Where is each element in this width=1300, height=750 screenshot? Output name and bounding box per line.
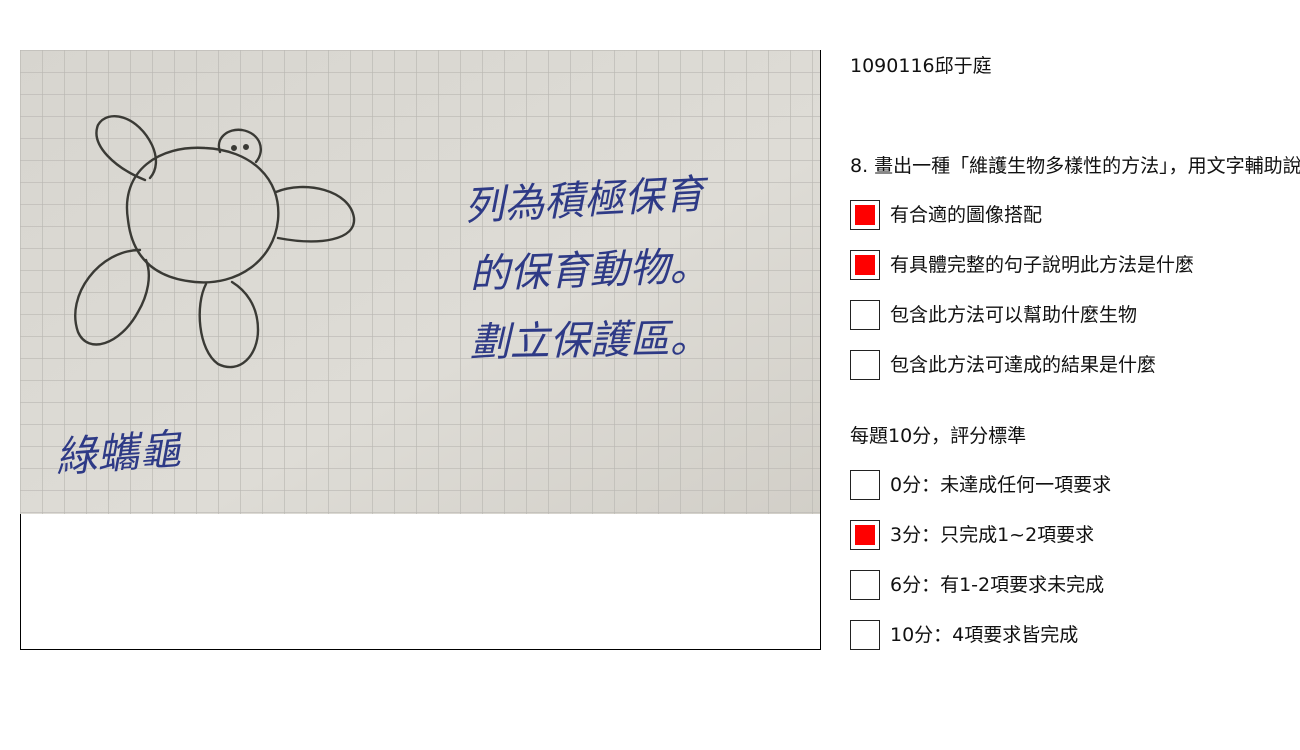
criterion-item[interactable]: 包含此方法可達成的結果是什麼 <box>850 350 1156 380</box>
student-drawing-photo: 列為積極保育 的保育動物。 劃立保護區。 綠蠵龜 <box>20 50 820 514</box>
score-option[interactable]: 3分：只完成1~2項要求 <box>850 520 1094 550</box>
animal-label: 綠蠵龜 <box>53 424 184 482</box>
score-option[interactable]: 10分：4項要求皆完成 <box>850 620 1078 650</box>
criterion-item[interactable]: 有合適的圖像搭配 <box>850 200 1042 230</box>
criterion-label: 包含此方法可達成的結果是什麼 <box>890 354 1157 376</box>
handwritten-line-3: 劃立保護區。 <box>469 316 710 366</box>
grading-panel: 1090116邱于庭 8. 畫出一種「維護生物多樣性的方法」，用文字輔助說明 有… <box>850 0 1300 750</box>
question-text: 8. 畫出一種「維護生物多樣性的方法」，用文字輔助說明 <box>850 155 1300 177</box>
criterion-checkbox[interactable] <box>850 250 880 280</box>
score-checkbox[interactable] <box>850 520 880 550</box>
handwritten-line-2: 的保育動物。 <box>469 244 710 298</box>
score-label: 6分：有1-2項要求未完成 <box>890 574 1105 596</box>
criterion-checkbox[interactable] <box>850 200 880 230</box>
score-label: 3分：只完成1~2項要求 <box>890 524 1095 546</box>
score-option[interactable]: 0分：未達成任何一項要求 <box>850 470 1111 500</box>
score-option[interactable]: 6分：有1-2項要求未完成 <box>850 570 1104 600</box>
criterion-label: 有具體完整的句子說明此方法是什麼 <box>890 254 1195 276</box>
student-id-name: 1090116邱于庭 <box>850 55 992 77</box>
score-label: 0分：未達成任何一項要求 <box>890 474 1112 496</box>
scoring-heading: 每題10分，評分標準 <box>850 425 1027 447</box>
criterion-label: 包含此方法可以幫助什麼生物 <box>890 304 1138 326</box>
criterion-checkbox[interactable] <box>850 300 880 330</box>
criterion-checkbox[interactable] <box>850 350 880 380</box>
criterion-label: 有合適的圖像搭配 <box>890 204 1043 226</box>
score-label: 10分：4項要求皆完成 <box>890 624 1079 646</box>
score-checkbox[interactable] <box>850 620 880 650</box>
criterion-item[interactable]: 有具體完整的句子說明此方法是什麼 <box>850 250 1194 280</box>
score-checkbox[interactable] <box>850 470 880 500</box>
score-checkbox[interactable] <box>850 570 880 600</box>
criterion-item[interactable]: 包含此方法可以幫助什麼生物 <box>850 300 1137 330</box>
